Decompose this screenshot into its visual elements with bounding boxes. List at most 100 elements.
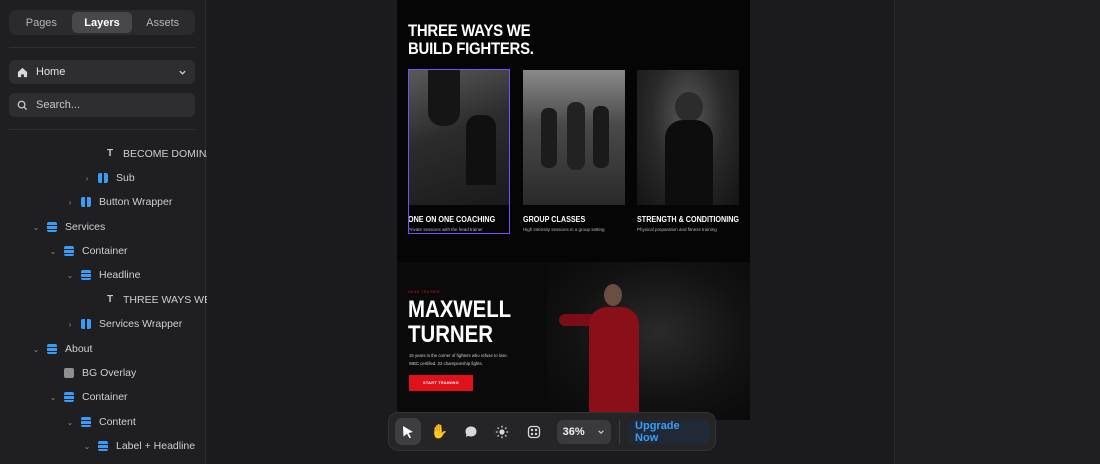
bottom-toolbar: ✋ 36% Upgrade Now [388, 412, 716, 451]
home-icon [17, 67, 28, 77]
chevron-down-icon[interactable]: ⌄ [82, 442, 92, 451]
stack-icon [47, 222, 57, 232]
layer-item[interactable]: T BECOME DOMINA [89, 142, 214, 166]
card-title: GROUP CLASSES [523, 215, 586, 224]
layer-label: Services [65, 221, 106, 233]
divider [9, 129, 195, 130]
zoom-value: 36% [562, 425, 585, 438]
card-subtitle: High intensity sessions in a group setti… [523, 227, 605, 232]
page-select-value: Home [36, 66, 66, 78]
right-panel [894, 0, 1100, 464]
comment-icon [465, 426, 477, 437]
chevron-down-icon [598, 429, 604, 434]
start-training-button[interactable]: START TRAINING [409, 375, 473, 391]
box-icon [64, 368, 74, 378]
search-field[interactable] [9, 93, 195, 117]
layer-item[interactable]: T THREE WAYS WE [89, 288, 211, 312]
design-canvas[interactable]: THREE WAYS WE BUILD FIGHTERS. ONE ON ONE… [207, 0, 894, 464]
layer-label: BG Overlay [82, 367, 137, 379]
card-image [523, 70, 625, 205]
upgrade-button[interactable]: Upgrade Now [628, 419, 710, 444]
trainer-bio: 15 years in the corner of fighters who r… [409, 353, 508, 366]
headline-line: THREE WAYS WE [408, 21, 531, 40]
hand-tool-button[interactable]: ✋ [427, 418, 453, 445]
text-icon: T [106, 148, 114, 159]
text-icon: T [106, 294, 114, 305]
tab-layers[interactable]: Layers [71, 12, 133, 33]
zoom-select[interactable]: 36% [556, 419, 612, 444]
layer-label: Services Wrapper [99, 318, 183, 330]
layer-item[interactable]: ⌄ Content [65, 410, 136, 434]
layer-label: Headline [99, 269, 141, 281]
layer-label: About [65, 343, 93, 355]
about-label: HEAD TRAINER [408, 290, 440, 294]
editor-app: Pages Layers Assets Home T BECOME DOMINA… [0, 0, 1100, 464]
chevron-down-icon[interactable]: ⌄ [31, 345, 41, 354]
layer-item[interactable]: › Sub [82, 166, 135, 190]
components-button[interactable] [521, 418, 547, 445]
search-icon [17, 100, 28, 110]
chevron-down-icon[interactable]: ⌄ [65, 418, 75, 427]
sidebar-tabs: Pages Layers Assets [9, 10, 195, 35]
tab-assets[interactable]: Assets [132, 12, 193, 33]
service-card[interactable]: GROUP CLASSES High intensity sessions in… [523, 70, 625, 232]
services-headline[interactable]: THREE WAYS WE BUILD FIGHTERS. [408, 22, 534, 58]
layer-label: Sub [116, 172, 135, 184]
layer-label: Container [82, 391, 128, 403]
stack-icon [81, 270, 91, 280]
layer-item[interactable]: ⌄ Label + Headline [82, 434, 195, 458]
select-tool-button[interactable] [395, 418, 421, 445]
tab-pages[interactable]: Pages [11, 12, 72, 33]
layer-item[interactable]: ⌄ Services [31, 215, 106, 239]
layer-item[interactable]: › Button Wrapper [65, 190, 173, 214]
chevron-down-icon[interactable]: ⌄ [48, 247, 58, 256]
trainer-name: MAXWELL TURNER [408, 297, 511, 347]
stack-icon [81, 417, 91, 427]
trainer-photo [547, 262, 750, 420]
comment-tool-button[interactable] [458, 418, 484, 445]
grid-icon [527, 425, 540, 438]
layer-label: Container [82, 245, 128, 257]
cursor-icon [402, 425, 413, 438]
layer-item[interactable]: ⌄ About [31, 337, 93, 361]
columns-icon [81, 319, 91, 329]
layers-sidebar: Pages Layers Assets Home T BECOME DOMINA… [0, 0, 213, 464]
name-line: TURNER [408, 321, 493, 348]
search-input[interactable] [36, 99, 186, 111]
chevron-down-icon[interactable]: ⌄ [48, 393, 58, 402]
divider [9, 47, 195, 48]
theme-toggle-button[interactable] [490, 418, 516, 445]
stack-icon [64, 246, 74, 256]
sun-icon [496, 425, 509, 438]
layer-item[interactable]: BG Overlay [48, 361, 136, 385]
chevron-right-icon[interactable]: › [65, 198, 75, 207]
chevron-down-icon[interactable]: ⌄ [65, 271, 75, 280]
layer-item[interactable]: › Services Wrapper [65, 312, 183, 336]
toolbar-divider [619, 419, 621, 444]
card-image [637, 70, 739, 205]
layer-label: Label + Headline [116, 440, 196, 452]
stack-icon [64, 392, 74, 402]
layer-label: Button Wrapper [99, 196, 173, 208]
layer-item[interactable]: ⌄ Container [48, 385, 128, 409]
headline-line: BUILD FIGHTERS. [408, 39, 534, 58]
card-subtitle: Physical preparation and fitness trainin… [637, 227, 717, 232]
name-line: MAXWELL [408, 296, 512, 323]
columns-icon [98, 173, 108, 183]
card-title: STRENGTH & CONDITIONING [637, 215, 740, 224]
stack-icon [98, 441, 108, 451]
stack-icon [47, 344, 57, 354]
hand-icon: ✋ [430, 423, 448, 439]
selection-outline [408, 69, 510, 234]
layer-item[interactable]: ⌄ Container [48, 239, 128, 263]
page-preview[interactable]: THREE WAYS WE BUILD FIGHTERS. ONE ON ONE… [397, 0, 750, 420]
layer-label: THREE WAYS WE [123, 294, 212, 306]
columns-icon [81, 197, 91, 207]
page-select[interactable]: Home [9, 60, 195, 84]
layer-item[interactable]: ⌄ Headline [65, 263, 141, 287]
chevron-down-icon[interactable]: ⌄ [31, 223, 41, 232]
service-card[interactable]: STRENGTH & CONDITIONING Physical prepara… [637, 70, 739, 232]
chevron-right-icon[interactable]: › [82, 174, 92, 183]
chevron-right-icon[interactable]: › [65, 320, 75, 329]
layer-label: BECOME DOMINA [123, 148, 214, 160]
